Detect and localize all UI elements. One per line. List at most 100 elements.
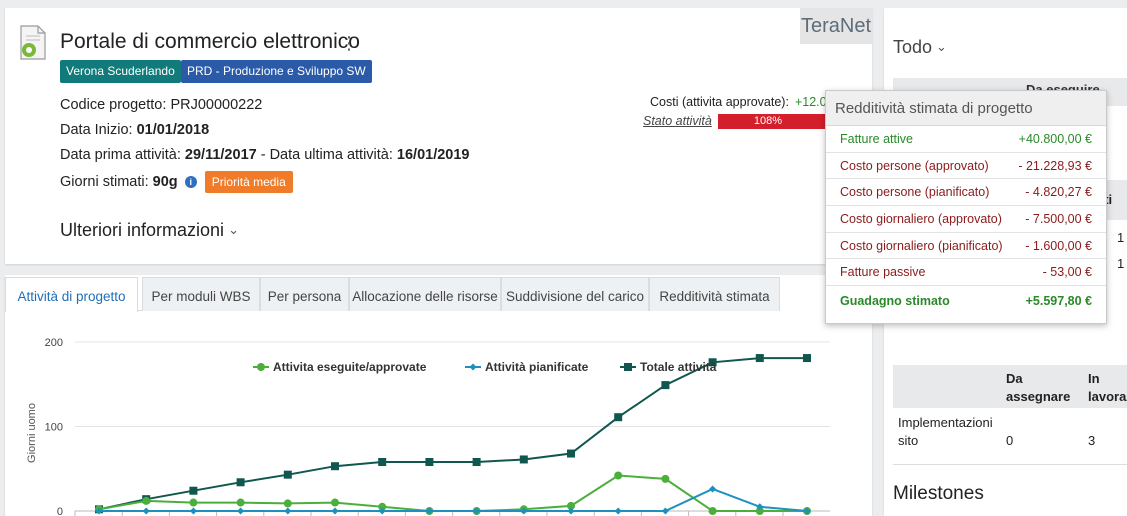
activity-dates: Data prima attività: 29/11/2017 - Data u… — [60, 147, 470, 163]
kebab-icon[interactable]: ⋮ — [340, 33, 358, 53]
popup-title: Redditività stimata di progetto — [826, 91, 1106, 126]
popup-row-value: +40.800,00 € — [1018, 132, 1092, 146]
info-icon[interactable]: i — [184, 176, 197, 188]
tab-wbs-modules[interactable]: Per moduli WBS — [142, 277, 260, 311]
popup-row: Fatture passive - 53,00 € — [826, 259, 1106, 287]
data-point — [284, 507, 292, 515]
client-badge: Verona Scuderlando — [60, 60, 181, 83]
data-point — [378, 457, 387, 466]
popup-row: Costo persone (approvato) - 21.228,93 € — [826, 153, 1106, 180]
data-point — [661, 507, 669, 515]
estimated-days: Giorni stimati: 90g i Priorità media — [60, 171, 293, 193]
tab-bar: Attività di progetto Per moduli WBS Per … — [5, 277, 780, 312]
data-point — [755, 354, 764, 363]
activity-line-chart: Giorni uomo 0 100 200 Attivita eseguite/ap… — [26, 337, 830, 516]
popup-row-value: - 21.228,93 € — [1018, 158, 1092, 173]
project-card: TeraNet Portale di commercio elettronico… — [5, 8, 878, 264]
project-title: Portale di commercio elettronico — [60, 30, 360, 53]
data-point — [189, 486, 198, 495]
y-tick-label: 200 — [45, 337, 63, 349]
data-point — [331, 507, 339, 515]
popup-row: Costo persone (pianificato) - 4.820,27 € — [826, 179, 1106, 207]
legend-label: Attività pianificate — [485, 360, 589, 374]
data-point — [331, 498, 339, 507]
popup-row: Costo giornaliero (approvato) - 7.500,00 … — [826, 206, 1106, 233]
todo-dropdown[interactable]: Todo ⌄ — [893, 37, 947, 58]
data-point — [708, 507, 717, 515]
popup-total-value: +5.597,80 € — [1025, 294, 1092, 309]
priority-badge: Priorità media — [204, 171, 293, 193]
data-point — [142, 496, 151, 505]
data-point — [472, 457, 481, 466]
popup-total-label: Guadagno stimato — [840, 294, 950, 309]
popup-row-label: Fatture attive — [840, 132, 913, 146]
series-line — [98, 357, 807, 511]
project-code: Codice progetto: PRJ00000222 — [60, 97, 263, 113]
data-point — [614, 471, 623, 480]
popup-row-value: - 7.500,00 € — [1025, 212, 1092, 227]
legend-item[interactable]: Totale attività — [620, 360, 717, 374]
data-point — [519, 455, 528, 464]
assign-col-unassigned: Da assegnare — [1006, 371, 1071, 404]
popup-row-value: - 1.600,00 € — [1025, 238, 1092, 253]
data-point — [283, 470, 292, 479]
milestones-title: Milestones — [893, 483, 984, 504]
todo-cell: 1 — [1117, 256, 1125, 271]
legend-label: Attivita eseguite/approvate — [273, 360, 427, 374]
brand-logo: TeraNet — [800, 8, 872, 44]
data-point — [614, 413, 623, 422]
popup-row-label: Costo giornaliero (pianificato) — [840, 238, 1003, 253]
data-point — [142, 507, 150, 515]
data-point — [189, 507, 197, 515]
tab-per-person[interactable]: Per persona — [260, 277, 349, 311]
more-info-toggle[interactable]: Ulteriori informazioni ⌄ — [60, 220, 239, 241]
chevron-down-icon: ⌄ — [936, 39, 947, 54]
activity-status-link[interactable]: Stato attività — [643, 114, 712, 128]
popup-total-row: Guadagno stimato +5.597,80 € — [826, 286, 1106, 316]
popup-row-label: Costo persone (pianificato) — [840, 185, 990, 200]
y-axis-label: Giorni uomo — [26, 403, 38, 463]
data-point — [425, 457, 434, 466]
chevron-down-icon: ⌄ — [228, 222, 239, 237]
legend-item[interactable]: Attivita eseguite/approvate — [253, 360, 427, 374]
popup-row-value: - 53,00 € — [1042, 265, 1092, 280]
document-icon — [20, 25, 46, 60]
assign-col-in-progress: In lavoraz — [1088, 371, 1127, 404]
start-date: Data Inizio: 01/01/2018 — [60, 122, 210, 138]
assign-row-label: Implementazioni sito — [898, 415, 993, 448]
assign-cell-unassigned: 0 — [1006, 433, 1014, 448]
data-point — [803, 354, 811, 363]
popup-row: Fatture attive +40.800,00 € — [826, 126, 1106, 153]
popup-row-label: Fatture passive — [840, 265, 926, 280]
series-line — [99, 487, 808, 512]
legend-item[interactable]: Attività pianificate — [465, 360, 589, 374]
tab-profitability[interactable]: Redditività stimata — [649, 277, 780, 311]
popup-row: Costo giornaliero (pianificato) - 1.600,0… — [826, 233, 1106, 260]
profitability-popup: Redditività stimata di progetto Fatture … — [825, 90, 1107, 324]
data-point — [661, 381, 670, 390]
legend-label: Totale attività — [640, 360, 717, 374]
data-point — [283, 499, 292, 508]
popup-row-value: - 4.820,27 € — [1025, 185, 1092, 200]
tab-load-breakdown[interactable]: Suddivisione del carico — [501, 277, 649, 311]
todo-cell: 1 — [1117, 230, 1125, 245]
data-point — [661, 474, 670, 483]
chart-card: Attività di progetto Per moduli WBS Per … — [5, 275, 872, 516]
y-tick-label: 100 — [45, 422, 63, 434]
data-point — [614, 507, 622, 515]
data-point — [709, 485, 717, 493]
divider — [893, 464, 1127, 465]
data-point — [331, 462, 339, 471]
data-point — [236, 478, 245, 487]
data-point — [567, 449, 575, 458]
y-tick-label: 0 — [57, 506, 63, 516]
data-point — [189, 498, 198, 507]
tab-project-activities[interactable]: Attività di progetto — [5, 277, 138, 312]
popup-row-label: Costo giornaliero (approvato) — [840, 212, 1002, 227]
data-point — [236, 498, 245, 507]
tab-resource-allocation[interactable]: Allocazione delle risorse — [349, 277, 501, 311]
assign-cell-in-progress: 3 — [1088, 433, 1096, 448]
series-line — [98, 474, 807, 512]
division-badge: PRD - Produzione e Sviluppo SW — [181, 60, 372, 83]
popup-row-label: Costo persone (approvato) — [840, 158, 989, 173]
